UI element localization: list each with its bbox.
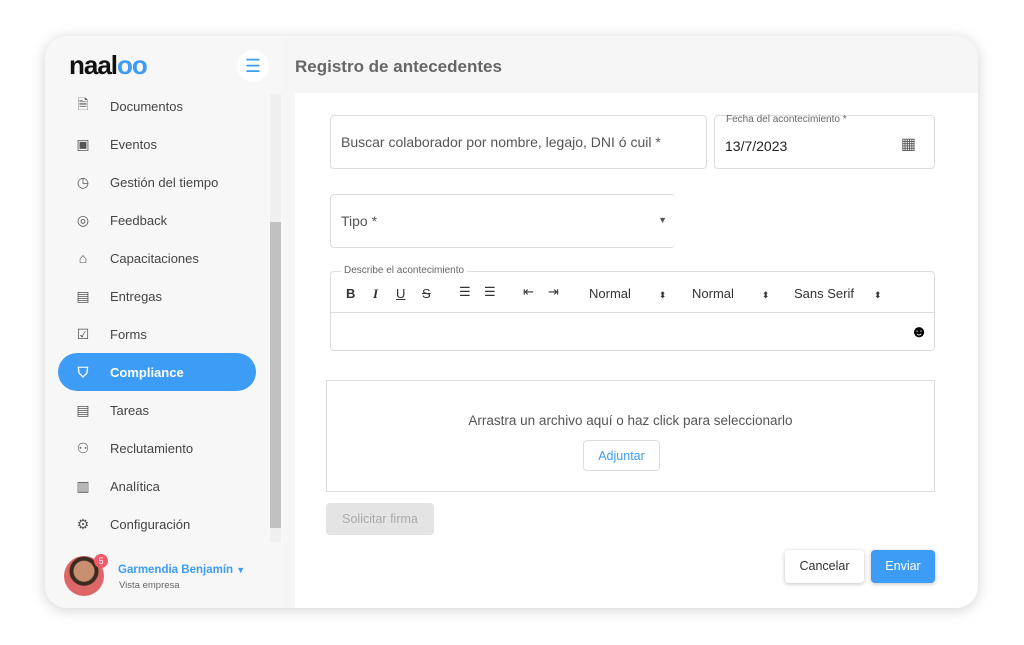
app-window: naaloo ☰ 🗎 Documentos ▣ Eventos ◷ Gestión del… [45, 36, 978, 608]
notification-badge: 5 [94, 554, 108, 568]
sidebar-item-tareas[interactable]: ▤ Tareas [58, 391, 256, 429]
form-icon: ☑ [76, 325, 90, 342]
sidebar-item-forms[interactable]: ☑ Forms [58, 315, 256, 353]
user-role: Vista empresa [119, 580, 180, 591]
graduation-cap-icon: ⌂ [78, 250, 88, 266]
sidebar-item-label: Reclutamiento [110, 440, 194, 456]
user-name[interactable]: Garmendia Benjamín ▼ [118, 564, 245, 576]
clock-icon: ◷ [76, 173, 90, 190]
description-editor[interactable]: Describe el acontecimiento B I U S ☰ ☰ ⇤… [330, 265, 935, 351]
sidebar-item-documentos[interactable]: 🗎 Documentos [58, 87, 256, 125]
search-input[interactable]: Buscar colaborador por nombre, legajo, D… [330, 115, 707, 169]
sidebar-item-label: Analítica [110, 478, 160, 494]
sidebar-item-configuracion[interactable]: ⚙ Configuración [58, 505, 256, 543]
font-select[interactable]: Sans Serif ⬍ [794, 286, 882, 301]
sidebar: naaloo ☰ 🗎 Documentos ▣ Eventos ◷ Gestión del… [45, 36, 283, 608]
sidebar-item-compliance[interactable]: ⛉ Compliance [58, 353, 256, 391]
cancel-button[interactable]: Cancelar [785, 550, 864, 583]
chevron-down-icon: ▼ [236, 565, 246, 575]
chart-icon: ▥ [76, 477, 90, 494]
request-signature-button[interactable]: Solicitar firma [326, 503, 434, 535]
italic-button[interactable]: I [373, 286, 378, 302]
sidebar-item-capacitaciones[interactable]: ⌂ Capacitaciones [58, 239, 256, 277]
underline-button[interactable]: U [396, 286, 405, 301]
sidebar-item-label: Documentos [110, 98, 183, 114]
size-select[interactable]: Normal ⬍ [589, 286, 666, 301]
attach-button[interactable]: Adjuntar [583, 440, 660, 471]
sidebar-item-label: Forms [110, 326, 147, 342]
scrollbar-thumb[interactable] [270, 222, 281, 528]
sidebar-item-label: Gestión del tiempo [110, 174, 219, 190]
list-icon: ▤ [76, 401, 90, 418]
sidebar-item-label: Entregas [110, 288, 163, 304]
heading-select[interactable]: Normal ⬍ [692, 286, 769, 301]
bold-button[interactable]: B [346, 286, 355, 301]
indent-icon[interactable]: ⇥ [548, 284, 559, 300]
calendar-icon: ▣ [76, 135, 90, 152]
dropdown-arrow-icon: ▼ [658, 215, 667, 225]
user-menu[interactable]: 5 Garmendia Benjamín ▼ Vista empresa [64, 554, 274, 600]
people-search-icon: ⚇ [76, 439, 90, 456]
archive-icon: ▤ [76, 287, 90, 304]
shield-icon: ⛉ [77, 363, 89, 380]
submit-button[interactable]: Enviar [871, 550, 935, 583]
date-field[interactable]: Fecha del acontecimiento * 13/7/2023 ▦ [714, 114, 935, 169]
menu-toggle-button[interactable]: ☰ [237, 50, 269, 82]
sidebar-item-label: Capacitaciones [110, 250, 199, 266]
sidebar-item-entregas[interactable]: ▤ Entregas [58, 277, 256, 315]
sidebar-item-eventos[interactable]: ▣ Eventos [58, 125, 256, 163]
feedback-icon: ◎ [76, 211, 90, 228]
sidebar-item-label: Compliance [110, 364, 184, 380]
sidebar-nav: 🗎 Documentos ▣ Eventos ◷ Gestión del tiempo ◎ F… [58, 87, 256, 543]
emoji-icon[interactable]: ☻ [910, 322, 928, 342]
form-panel: Buscar colaborador por nombre, legajo, D… [295, 93, 978, 608]
outdent-icon[interactable]: ⇤ [523, 284, 534, 300]
bullet-list-icon[interactable]: ☰ [484, 284, 496, 300]
sidebar-item-analitica[interactable]: ▥ Analítica [58, 467, 256, 505]
file-dropzone[interactable]: Arrastra un archivo aquí o haz click par… [326, 380, 935, 492]
strike-button[interactable]: S [422, 286, 431, 301]
type-select[interactable]: Tipo * ▼ [330, 194, 675, 248]
sidebar-item-feedback[interactable]: ◎ Feedback [58, 201, 256, 239]
sidebar-item-label: Configuración [110, 516, 191, 532]
sidebar-item-reclutamiento[interactable]: ⚇ Reclutamiento [58, 429, 256, 467]
sidebar-item-gestion-del-tiempo[interactable]: ◷ Gestión del tiempo [58, 163, 256, 201]
gear-icon: ⚙ [76, 515, 90, 532]
ordered-list-icon[interactable]: ☰ [459, 284, 471, 300]
editor-toolbar: B I U S ☰ ☰ ⇤ ⇥ Normal ⬍ Normal ⬍ Sans Ser… [331, 272, 934, 313]
sidebar-item-label: Tareas [110, 402, 150, 418]
page-title: Registro de antecedentes [295, 57, 502, 76]
logo: naaloo [69, 50, 148, 80]
calendar-icon[interactable]: ▦ [901, 134, 916, 154]
sidebar-item-label: Eventos [110, 136, 157, 152]
sidebar-item-label: Feedback [110, 212, 168, 228]
document-icon: 🗎 [77, 96, 89, 112]
sidebar-scrollbar[interactable] [270, 94, 281, 542]
